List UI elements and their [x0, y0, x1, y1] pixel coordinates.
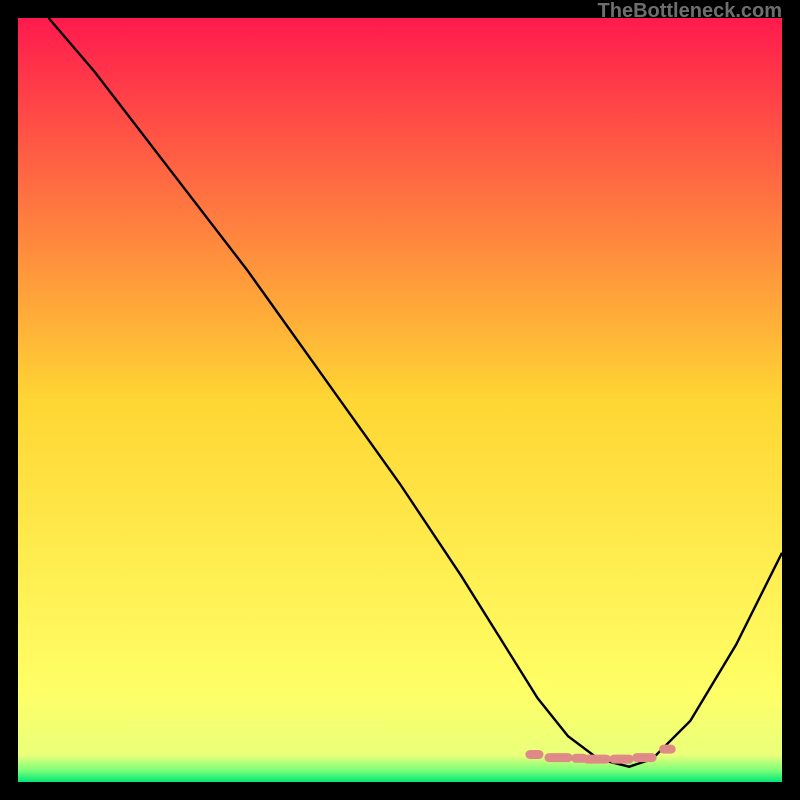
- bottleneck-chart: [18, 18, 782, 782]
- gradient-background: [18, 18, 782, 782]
- watermark-text: TheBottleneck.com: [598, 0, 782, 23]
- chart-frame: [18, 18, 782, 782]
